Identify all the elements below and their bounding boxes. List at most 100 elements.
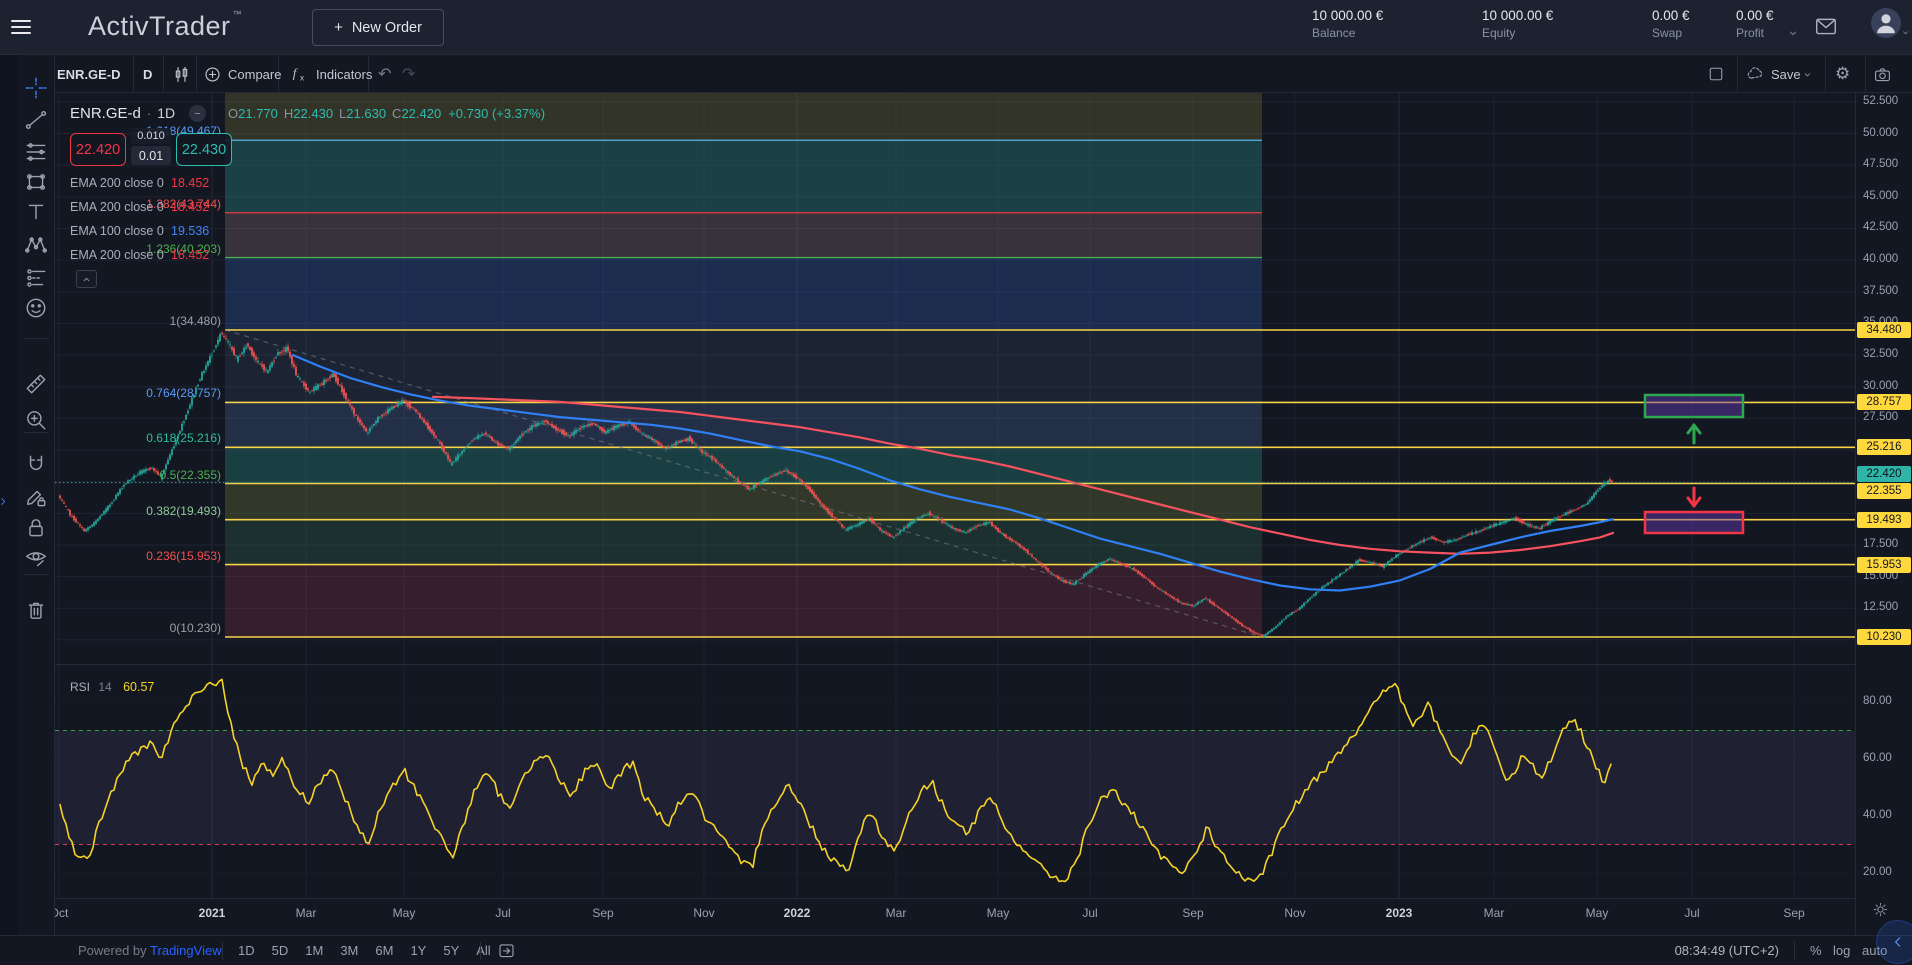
settings-gear-icon[interactable]: ⚙ [1835, 55, 1850, 93]
toolbar-divider [133, 55, 134, 93]
time-label: Sep [1783, 906, 1804, 920]
powered-by: Powered by TradingView [78, 943, 222, 958]
divider [1794, 942, 1795, 960]
timeframe-row: 1D 5D 1M 3M 6M 1Y 5Y All [238, 943, 491, 958]
undo-icon[interactable]: ↶ [378, 55, 391, 93]
redo-icon[interactable]: ↷ [402, 55, 415, 93]
toolbar-divider [1865, 55, 1866, 93]
stat-swap: 0.00 €Swap [1652, 8, 1690, 40]
percent-scale-button[interactable]: % [1810, 943, 1822, 958]
profit-chevron-down-icon[interactable] [1786, 26, 1800, 40]
brightness-icon[interactable] [1872, 901, 1889, 918]
toolbar-divider [1737, 55, 1738, 93]
price-tick: 42.500 [1863, 221, 1898, 233]
activtrader-app: ActivTrader™ +New Order 10 000.00 €Balan… [0, 0, 1912, 965]
fib-label: 0.5(22.355) [160, 468, 221, 482]
stat-profit: 0.00 €Profit [1736, 8, 1774, 40]
account-chevron-down-icon[interactable] [1900, 27, 1911, 38]
tool-zoom-in-icon[interactable] [24, 408, 49, 433]
chart-style-icon[interactable] [172, 55, 191, 93]
rsi-pane[interactable] [55, 665, 1855, 898]
tool-ruler-icon[interactable] [24, 372, 49, 397]
price-tick: 40.000 [1863, 253, 1898, 265]
timeframe-3m[interactable]: 3M [340, 943, 358, 958]
price-chart[interactable] [55, 93, 1855, 665]
price-tag: 15.953 [1857, 557, 1911, 573]
ohlc-key: H [284, 106, 293, 121]
time-label: 2022 [784, 906, 811, 920]
go-to-date-icon[interactable] [497, 941, 516, 960]
tool-draw-mode-icon[interactable] [24, 486, 49, 511]
tool-trend-line-icon[interactable] [24, 108, 49, 133]
pane-separator[interactable] [55, 664, 1912, 665]
tool-text-icon[interactable] [24, 200, 49, 225]
divider [222, 942, 223, 960]
collapse-symbol-icon[interactable] [189, 105, 206, 122]
interval-button[interactable]: D [143, 55, 152, 93]
expand-panel-chevron-icon[interactable] [0, 495, 10, 508]
stat-label: Balance [1312, 26, 1383, 40]
indicator-row[interactable]: EMA 100 close 019.536 [70, 224, 164, 238]
indicator-row[interactable]: EMA 200 close 018.452 [70, 248, 164, 262]
tradingview-link[interactable]: TradingView [150, 943, 222, 958]
tool-hide-drawings-icon[interactable] [24, 546, 49, 571]
trademark: ™ [233, 9, 243, 19]
toolbar-divider [1825, 55, 1826, 93]
tool-lock-drawings-icon[interactable] [24, 516, 49, 541]
screenshot-camera-icon[interactable] [1873, 55, 1892, 93]
rsi-name[interactable]: RSI [70, 680, 90, 694]
collapse-sidebar-button[interactable] [1876, 920, 1912, 964]
compare-button[interactable]: Compare [203, 55, 281, 93]
stat-value: 10 000.00 € [1312, 8, 1383, 23]
time-label: 2021 [199, 906, 226, 920]
svg-text:f: f [293, 67, 298, 81]
menu-icon[interactable] [11, 16, 33, 38]
time-axis[interactable]: Oct2021MarMayJulSepNov2022MarMayJulSepNo… [55, 898, 1855, 935]
price-axis[interactable]: 52.50050.00047.50045.00042.50040.00037.5… [1855, 93, 1912, 935]
new-order-button[interactable]: +New Order [312, 9, 444, 46]
tool-forecast-icon[interactable] [24, 266, 49, 291]
legend-collapse-button[interactable] [76, 270, 97, 288]
ohlc-key: O [228, 106, 238, 121]
tool-magnet-icon[interactable] [24, 453, 49, 478]
avatar[interactable] [1871, 8, 1901, 38]
spread-value: 0.01 [131, 146, 171, 165]
indicator-row[interactable]: EMA 200 close 018.452 [70, 200, 164, 214]
tool-shapes-icon[interactable] [24, 170, 49, 195]
bottom-bar: Powered by TradingView 1D 5D 1M 3M 6M 1Y 5Y All… [0, 935, 1912, 965]
stat-balance: 10 000.00 € Balance [1312, 8, 1383, 40]
save-button[interactable]: Save [1745, 55, 1814, 93]
price-tick: 30.000 [1863, 380, 1898, 392]
timeframe-1y[interactable]: 1Y [410, 943, 426, 958]
legend-separator: · [147, 106, 151, 121]
tool-crosshair-icon[interactable] [24, 76, 49, 101]
indicators-button[interactable]: fxIndicators [290, 55, 372, 93]
tool-remove-drawings-icon[interactable] [24, 598, 49, 623]
indicator-row[interactable]: EMA 200 close 018.452 [70, 176, 164, 190]
timeframe-1d[interactable]: 1D [238, 943, 255, 958]
sell-button[interactable]: 22.420 [70, 133, 126, 166]
timeframe-6m[interactable]: 6M [375, 943, 393, 958]
toolbar-divider [23, 432, 49, 433]
timeframe-5y[interactable]: 5Y [443, 943, 459, 958]
tool-emoji-icon[interactable] [24, 296, 49, 321]
timeframe-1m[interactable]: 1M [305, 943, 323, 958]
timeframe-5d[interactable]: 5D [272, 943, 289, 958]
timeframe-all[interactable]: All [476, 943, 490, 958]
mail-icon[interactable] [1814, 15, 1838, 39]
legend-symbol[interactable]: ENR.GE-d [70, 105, 141, 122]
symbol-button[interactable]: ENR.GE-D [57, 55, 121, 93]
buy-button[interactable]: 22.430 [176, 133, 232, 166]
price-tick: 45.000 [1863, 190, 1898, 202]
tool-fib-retracement-icon[interactable] [24, 140, 49, 165]
layout-checkbox[interactable] [1707, 55, 1725, 93]
toolbar-divider [163, 55, 164, 93]
tool-xabcd-pattern-icon[interactable] [24, 233, 49, 258]
rsi-tick: 80.00 [1863, 695, 1892, 707]
fib-label: 1(34.480) [170, 314, 221, 328]
svg-text:x: x [300, 73, 304, 82]
legend-interval[interactable]: 1D [157, 105, 175, 121]
time-label: Sep [1182, 906, 1203, 920]
log-scale-button[interactable]: log [1833, 943, 1850, 958]
fib-label: 0.618(25.216) [146, 431, 221, 445]
